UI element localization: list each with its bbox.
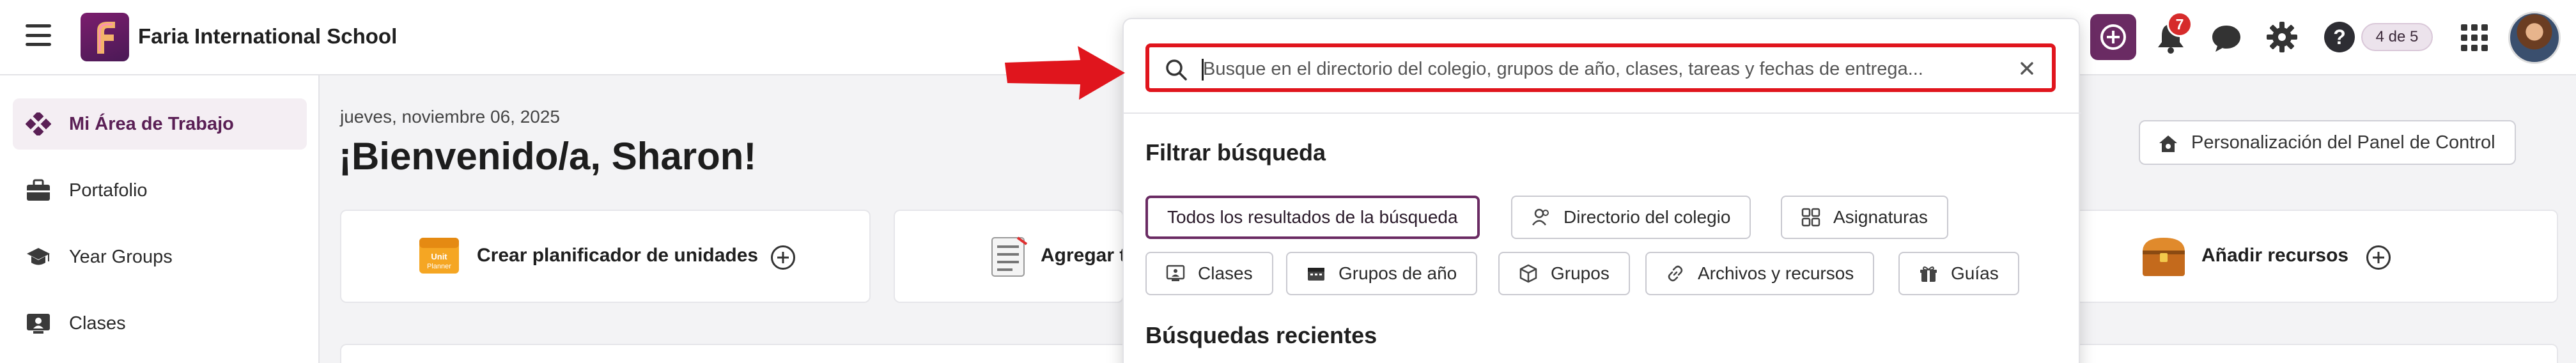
user-avatar[interactable] — [2508, 12, 2561, 64]
filter-chip-label: Clases — [1198, 263, 1253, 283]
plus-icon — [2100, 24, 2126, 50]
unit-planner-icon: Unit Planner — [419, 238, 459, 274]
calendar-icon — [1308, 268, 1324, 281]
current-date: jueves, noviembre 06, 2025 — [340, 107, 560, 127]
sidebar-item-label: Clases — [69, 313, 126, 334]
filter-search-heading: Filtrar búsqueda — [1145, 139, 1326, 166]
sidebar-item-label: Year Groups — [69, 246, 173, 267]
sidebar-item-label: Mi Área de Trabajo — [69, 113, 234, 134]
gear-icon[interactable] — [2265, 20, 2299, 54]
dashboard-customization-label: Personalización del Panel de Control — [2191, 132, 2495, 153]
add-task-card[interactable]: Agregar t — [894, 210, 1126, 303]
menu-icon[interactable] — [26, 24, 51, 46]
class-board-icon — [1166, 265, 1185, 281]
svg-text:Planner: Planner — [427, 263, 451, 270]
divider — [1124, 112, 2081, 114]
filter-chip-label: Archivos y recursos — [1698, 263, 1854, 283]
card-label: Crear planificador de unidades — [477, 245, 759, 266]
search-icon — [1166, 59, 1187, 81]
filter-chip-label: Asignaturas — [1833, 207, 1928, 227]
global-search-field[interactable] — [1145, 43, 2056, 92]
grid-icon — [1801, 208, 1820, 227]
class-board-icon — [27, 314, 50, 334]
filter-chip-label: Directorio del colegio — [1563, 207, 1731, 227]
treasure-chest-icon — [2143, 238, 2185, 276]
onboarding-steps-badge[interactable]: 4 de 5 — [2361, 23, 2433, 51]
school-logo[interactable] — [81, 13, 129, 61]
faria-logo-icon — [97, 22, 115, 54]
filter-chip-guides[interactable]: Guías — [1898, 252, 2019, 295]
filter-chip-subjects[interactable]: Asignaturas — [1781, 196, 1948, 239]
link-icon — [1668, 265, 1683, 282]
graduation-cap-icon — [27, 248, 50, 265]
help-icon[interactable]: ? — [2324, 22, 2355, 52]
home-settings-icon — [2159, 135, 2177, 152]
briefcase-icon — [27, 179, 50, 201]
create-unit-planner-card[interactable]: Unit Planner Crear planificador de unida… — [340, 210, 871, 303]
sidebar-item-label: Portafolio — [69, 180, 148, 201]
card-label: Agregar t — [1041, 245, 1126, 266]
filter-chip-groups[interactable]: Grupos — [1498, 252, 1630, 295]
add-button[interactable] — [2090, 14, 2136, 60]
welcome-heading: ¡Bienvenido/a, Sharon! — [339, 135, 757, 178]
workspace-diamond-icon — [26, 112, 51, 135]
filter-chip-school-directory[interactable]: Directorio del colegio — [1511, 196, 1751, 239]
search-input[interactable] — [1203, 52, 1970, 86]
filter-chip-files-resources[interactable]: Archivos y recursos — [1645, 252, 1875, 295]
dashboard-customization-button[interactable]: Personalización del Panel de Control — [2139, 120, 2516, 165]
filter-chip-all-results[interactable]: Todos los resultados de la búsqueda — [1145, 196, 1480, 239]
filter-chip-year-groups[interactable]: Grupos de año — [1286, 252, 1478, 295]
sidebar-item-year-groups[interactable]: Year Groups — [13, 231, 307, 282]
sidebar-item-portfolio[interactable]: Portafolio — [13, 165, 307, 216]
sidebar-item-workspace[interactable]: Mi Área de Trabajo — [13, 98, 307, 150]
notification-count-badge: 7 — [2167, 12, 2192, 37]
gift-icon — [1920, 266, 1937, 282]
apps-grid-icon[interactable] — [2461, 24, 2488, 51]
filter-chip-label: Guías — [1951, 263, 1999, 283]
close-icon[interactable] — [2016, 58, 2038, 79]
recent-searches-heading: Búsquedas recientes — [1145, 322, 1377, 348]
filter-chip-label: Grupos — [1551, 263, 1610, 283]
cube-icon — [1519, 264, 1537, 283]
filter-chip-label: Todos los resultados de la búsqueda — [1167, 207, 1458, 227]
people-icon — [1532, 208, 1549, 226]
filter-chip-classes[interactable]: Clases — [1145, 252, 1273, 295]
chat-icon[interactable] — [2210, 23, 2242, 54]
svg-text:Unit: Unit — [431, 252, 447, 261]
red-arrow-annotation-icon — [1005, 46, 1125, 100]
filter-chip-label: Grupos de año — [1338, 263, 1457, 283]
plus-circle-icon[interactable] — [2366, 245, 2391, 270]
sidebar-item-classes[interactable]: Clases — [13, 298, 307, 349]
task-list-icon — [991, 236, 1028, 277]
card-label: Añadir recursos — [2201, 245, 2349, 266]
add-resources-card[interactable]: Añadir recursos — [2056, 210, 2558, 303]
plus-circle-icon[interactable] — [771, 245, 795, 270]
sidebar: Mi Área de Trabajo Portafolio Year Group… — [0, 75, 320, 363]
school-name[interactable]: Faria International School — [138, 24, 397, 49]
